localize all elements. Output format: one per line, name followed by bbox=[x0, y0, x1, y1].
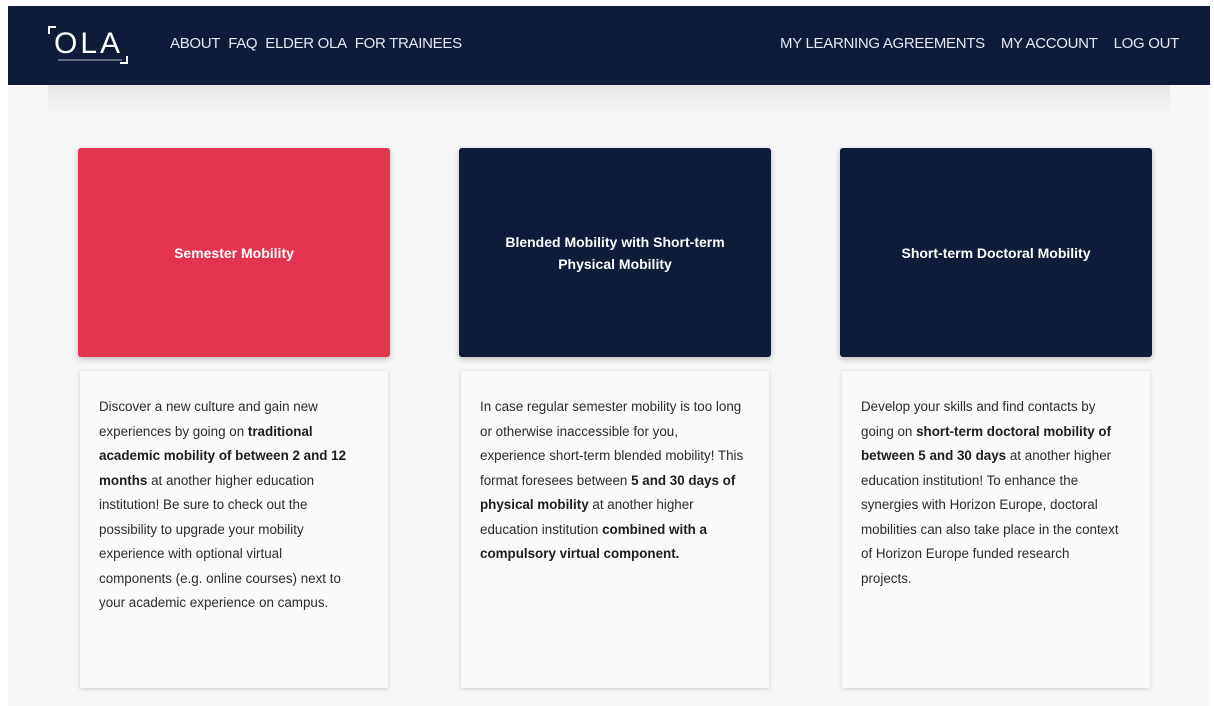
body-text: at another higher education institution!… bbox=[861, 448, 1119, 586]
logo-tagline-mark bbox=[58, 59, 122, 61]
card-description: In case regular semester mobility is too… bbox=[461, 371, 769, 688]
card-description: Develop your skills and find contacts by… bbox=[842, 371, 1150, 688]
card-title: Blended Mobility with Short-term Physica… bbox=[505, 233, 725, 272]
nav-link-about[interactable]: ABOUT bbox=[170, 34, 220, 54]
nav-link-elder-ola[interactable]: ELDER OLA bbox=[265, 34, 347, 54]
card-description-text: In case regular semester mobility is too… bbox=[480, 395, 746, 567]
card-description-text: Develop your skills and find contacts by… bbox=[861, 395, 1123, 591]
card-description-text: Discover a new culture and gain new expe… bbox=[99, 395, 349, 616]
body-text: at another higher education institution!… bbox=[99, 472, 341, 611]
logo-corner-mark bbox=[120, 56, 128, 64]
nav-link-my-learning-agreements[interactable]: MY LEARNING AGREEMENTS bbox=[780, 34, 985, 54]
card-description: Discover a new culture and gain new expe… bbox=[80, 371, 388, 688]
account-nav: MY LEARNING AGREEMENTS MY ACCOUNT LOG OU… bbox=[764, 34, 1179, 54]
nav-link-faq[interactable]: FAQ bbox=[228, 34, 257, 54]
logo-text: OLA bbox=[54, 27, 124, 60]
nav-link-my-account[interactable]: MY ACCOUNT bbox=[1001, 34, 1098, 54]
primary-nav: ABOUT FAQ ELDER OLA FOR TRAINEES bbox=[170, 34, 470, 54]
card-title: Semester Mobility bbox=[174, 244, 294, 261]
top-navbar: OLA ABOUT FAQ ELDER OLA FOR TRAINEES MY … bbox=[8, 6, 1210, 85]
page-canvas: OLA ABOUT FAQ ELDER OLA FOR TRAINEES MY … bbox=[8, 6, 1210, 706]
card-title: Short-term Doctoral Mobility bbox=[901, 244, 1091, 261]
nav-link-for-trainees[interactable]: FOR TRAINEES bbox=[355, 34, 462, 54]
nav-link-log-out[interactable]: LOG OUT bbox=[1114, 34, 1180, 54]
card-header-blended[interactable]: Blended Mobility with Short-term Physica… bbox=[459, 148, 771, 357]
navbar-shadow bbox=[48, 85, 1170, 115]
card-header-semester[interactable]: Semester Mobility bbox=[78, 148, 390, 357]
card-header-doctoral[interactable]: Short-term Doctoral Mobility bbox=[840, 148, 1152, 357]
ola-logo[interactable]: OLA bbox=[48, 24, 130, 68]
